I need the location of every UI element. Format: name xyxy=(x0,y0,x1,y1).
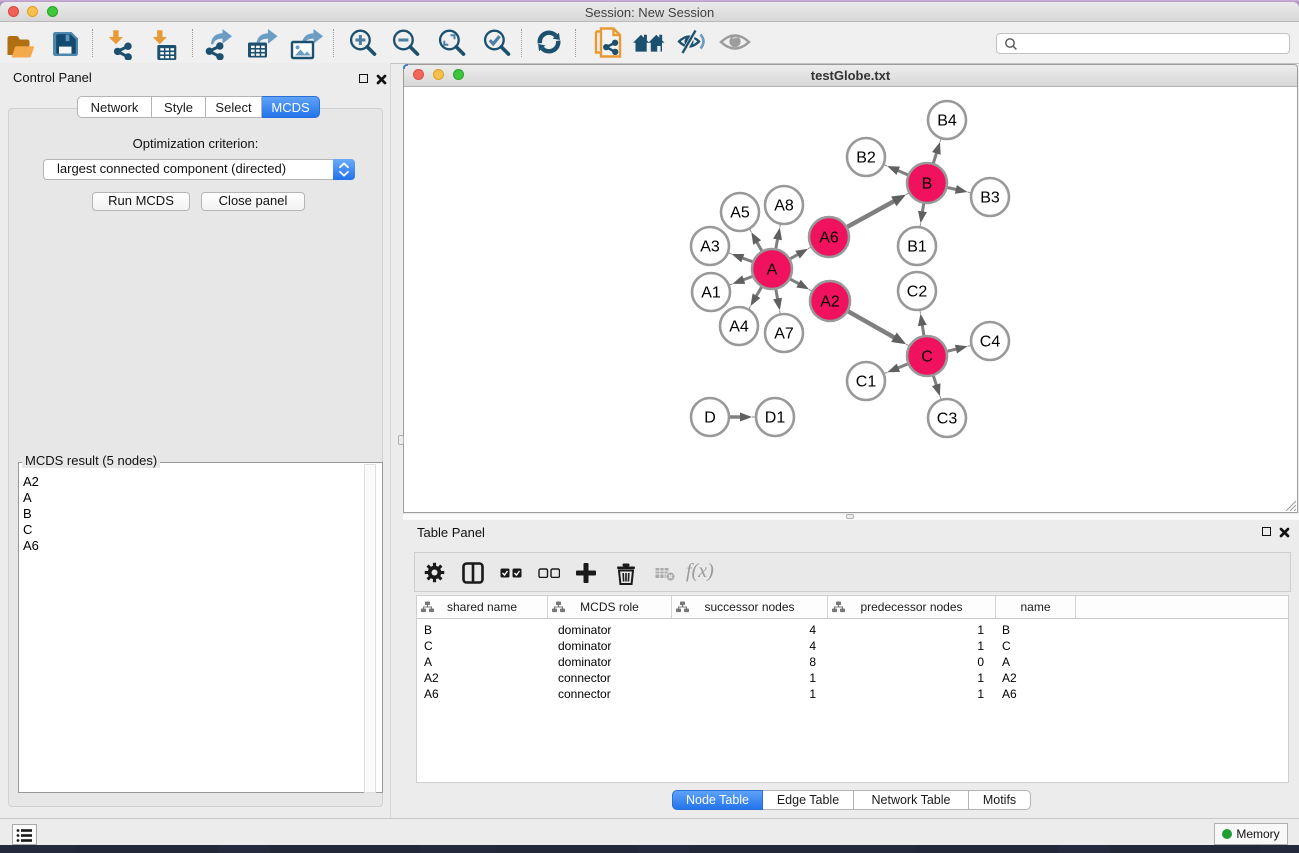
svg-text:D: D xyxy=(704,410,716,427)
svg-text:C: C xyxy=(921,349,933,366)
svg-text:A7: A7 xyxy=(774,326,794,343)
svg-text:C3: C3 xyxy=(937,411,958,428)
svg-text:A4: A4 xyxy=(729,319,749,336)
svg-text:B: B xyxy=(922,176,933,193)
svg-text:C1: C1 xyxy=(856,374,877,391)
svg-text:A6: A6 xyxy=(819,230,839,247)
svg-text:B1: B1 xyxy=(907,239,927,256)
svg-text:A2: A2 xyxy=(820,294,840,311)
svg-text:A: A xyxy=(767,262,778,279)
svg-text:B2: B2 xyxy=(856,150,876,167)
svg-text:D1: D1 xyxy=(765,410,786,427)
svg-text:C4: C4 xyxy=(980,334,1001,351)
svg-text:B4: B4 xyxy=(937,113,957,130)
svg-text:A8: A8 xyxy=(774,198,794,215)
svg-text:A5: A5 xyxy=(730,205,750,222)
svg-text:B3: B3 xyxy=(980,190,1000,207)
svg-text:A1: A1 xyxy=(701,285,721,302)
svg-text:A3: A3 xyxy=(700,239,720,256)
svg-text:C2: C2 xyxy=(907,284,928,301)
